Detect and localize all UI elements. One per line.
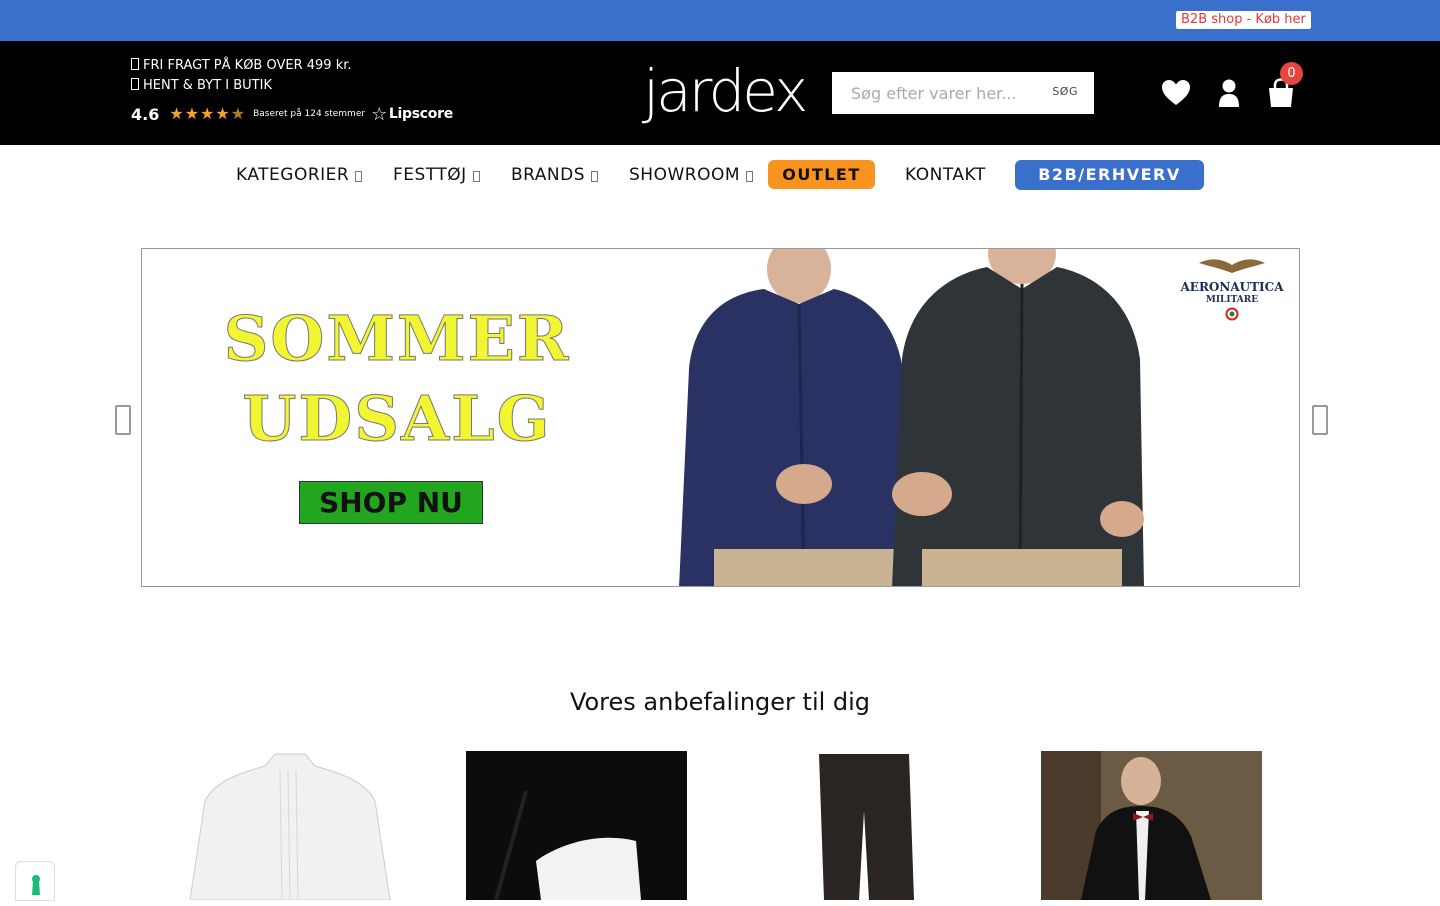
nav-kontakt[interactable]: KONTAKT xyxy=(905,164,986,186)
product-image-pocket-square[interactable] xyxy=(466,751,687,900)
roundel-icon xyxy=(1225,307,1239,321)
cart-count-badge: 0 xyxy=(1280,62,1303,85)
rating-votes: Baseret på 124 stemmer xyxy=(253,109,366,119)
product-image-tuxedo-model[interactable] xyxy=(1041,751,1262,900)
wishlist-heart-icon[interactable] xyxy=(1159,76,1193,110)
star-icon: ★ xyxy=(184,104,200,123)
star-icon: ★ xyxy=(215,104,230,123)
nav-festtoj[interactable]: FESTTØJ xyxy=(393,164,480,186)
usp-free-shipping: FRI FRAGT PÅ KØB OVER 499 kr. xyxy=(131,58,352,74)
shop-now-button[interactable]: SHOP NU xyxy=(299,481,483,524)
truck-icon xyxy=(131,58,139,70)
banner-model-navy-shirt xyxy=(654,249,914,586)
nav-kategorier[interactable]: KATEGORIER xyxy=(236,164,363,186)
nav-brands[interactable]: BRANDS xyxy=(511,164,599,186)
chevron-down-icon xyxy=(746,171,754,182)
product-image-white-shirt[interactable] xyxy=(180,751,401,900)
rating-score: 4.6 xyxy=(131,104,160,124)
hero-banner[interactable]: SOMMER UDSALG SHOP NU AERONAUTICA MILITA… xyxy=(141,248,1300,587)
eagle-wings-icon xyxy=(1199,259,1265,273)
banner-model-knit-cardigan xyxy=(892,249,1144,586)
carousel-next-arrow[interactable] xyxy=(1312,405,1328,435)
star-icon: ★ xyxy=(200,104,215,123)
site-header: FRI FRAGT PÅ KØB OVER 499 kr. HENT & BYT… xyxy=(0,41,1440,145)
search-bar: SØG xyxy=(832,72,1094,114)
nav-b2b-button[interactable]: B2B/ERHVERV xyxy=(1015,160,1204,190)
aeronautica-militare-logo: AERONAUTICA MILITARE xyxy=(1172,253,1292,329)
search-button[interactable]: SØG xyxy=(1052,85,1078,98)
star-icon: ★ xyxy=(169,104,184,123)
carousel-prev-arrow[interactable] xyxy=(115,405,131,435)
chevron-down-icon xyxy=(591,171,599,182)
top-bar: B2B shop - Køb her xyxy=(0,0,1440,41)
store-icon xyxy=(131,78,139,90)
main-nav: KATEGORIER FESTTØJ BRANDS SHOWROOM OUTLE… xyxy=(0,145,1440,205)
banner-headline-1: SOMMER xyxy=(223,302,571,375)
lipscore-star-icon: ☆ xyxy=(371,103,387,125)
usp-pickup: HENT & BYT I BUTIK xyxy=(131,78,272,94)
rating-stars: ★ ★ ★ ★ ★ xyxy=(169,106,245,122)
chevron-down-icon xyxy=(355,171,363,182)
site-logo[interactable]: jardex xyxy=(643,57,808,129)
banner-headline-2: UDSALG xyxy=(242,382,552,455)
cookie-settings-button[interactable] xyxy=(15,861,55,901)
recommendations-title: Vores anbefalinger til dig xyxy=(569,688,871,716)
search-input[interactable] xyxy=(832,73,1032,113)
b2b-shop-link[interactable]: B2B shop - Køb her xyxy=(1176,11,1311,29)
lipscore-logo: ☆ Lipscore xyxy=(371,103,453,125)
cookie-keyhole-icon xyxy=(32,875,40,895)
rating-widget[interactable]: 4.6 ★ ★ ★ ★ ★ Baseret på 124 stemmer ☆ Li… xyxy=(131,103,453,125)
chevron-down-icon xyxy=(472,171,480,182)
account-user-icon[interactable] xyxy=(1212,76,1246,110)
nav-showroom[interactable]: SHOWROOM xyxy=(629,164,754,186)
nav-outlet-button[interactable]: OUTLET xyxy=(768,160,875,189)
star-icon: ★ xyxy=(230,104,246,123)
product-image-black-trousers[interactable] xyxy=(754,751,975,900)
